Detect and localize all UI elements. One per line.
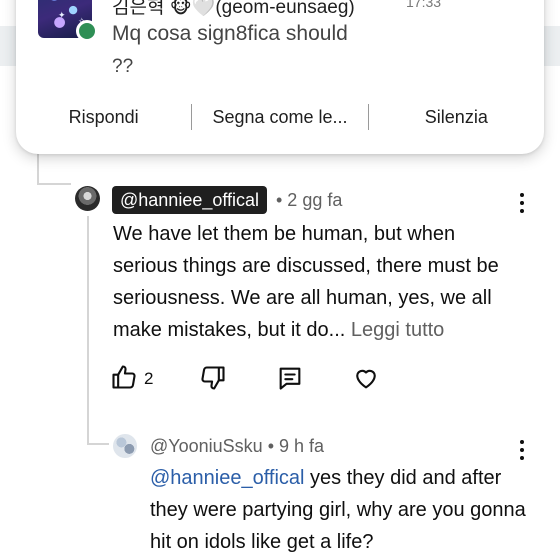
reply-thread-line-horizontal: [87, 443, 109, 445]
reply-time: • 9 h fa: [267, 436, 325, 456]
reply-mention-link[interactable]: @hanniee_offical: [150, 467, 305, 489]
comment-time: • 2 gg fa: [276, 190, 343, 210]
notification-actions: Rispondi Segna come le... Silenzia: [16, 100, 544, 134]
notification-message-line2: ??: [112, 56, 134, 77]
reply-author[interactable]: @YooniuSsku: [150, 436, 263, 456]
mark-as-read-button[interactable]: Segna come le...: [192, 107, 367, 128]
heart-icon[interactable]: [352, 364, 380, 392]
reply-action-button[interactable]: Rispondi: [16, 107, 191, 128]
thumbs-up-icon[interactable]: [110, 363, 138, 391]
thread-line-horizontal: [37, 183, 71, 185]
reply-thread-line-vertical: [87, 216, 89, 444]
notification-time: 17:33: [406, 0, 442, 10]
mute-button[interactable]: Silenzia: [369, 107, 544, 128]
reply-icon[interactable]: [276, 364, 304, 392]
thread-line-vertical: [37, 150, 39, 184]
notification-title: 김은혁 🐵🤍(geom-eunsaeg): [112, 0, 355, 18]
app-badge-icon: [76, 20, 98, 42]
comment-author-chip[interactable]: @hanniee_offical: [112, 186, 268, 214]
like-count: 2: [144, 369, 154, 388]
comment-avatar[interactable]: [75, 186, 100, 211]
notification-card[interactable]: ✦ ✧ ✦ ✧ 김은혁 🐵🤍(geom-eunsaeg) 17:33 Mq co…: [16, 0, 544, 154]
read-more-link[interactable]: Leggi tutto: [351, 319, 444, 341]
reply-text: @hanniee_offical yes they did and after …: [150, 462, 530, 558]
reply-avatar[interactable]: [113, 434, 137, 458]
thumbs-down-icon[interactable]: [199, 364, 227, 392]
reply-more-vert-icon[interactable]: [518, 440, 526, 464]
notification-message: Mq cosa sign8fica should: [112, 22, 348, 45]
comment-text: We have let them be human, but when seri…: [113, 218, 523, 346]
reply-meta: @YooniuSsku • 9 h fa: [150, 436, 324, 457]
more-vert-icon[interactable]: [518, 193, 526, 217]
